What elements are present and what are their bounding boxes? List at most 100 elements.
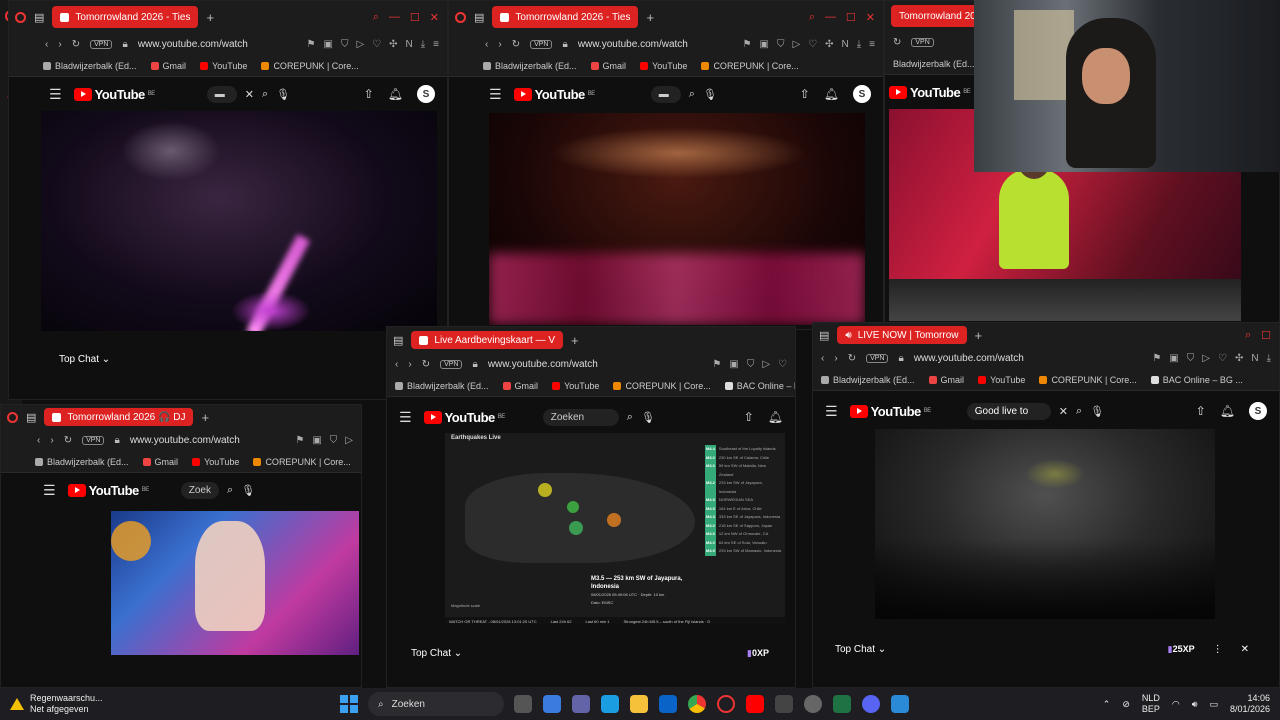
reload-icon[interactable]: ↻ bbox=[72, 39, 80, 50]
youtube-logo[interactable]: YouTube BE bbox=[849, 404, 931, 419]
shield-icon[interactable]: ⛉ bbox=[777, 39, 785, 50]
back-icon[interactable]: ‹ bbox=[37, 435, 40, 446]
profile-icon[interactable]: N bbox=[406, 39, 413, 50]
heart-icon[interactable]: ♡ bbox=[778, 359, 787, 370]
vpn-badge[interactable]: VPN bbox=[911, 37, 934, 47]
bookmark-item[interactable]: Gmail bbox=[502, 381, 538, 391]
forward-icon[interactable]: › bbox=[50, 435, 53, 446]
tab-manager-icon[interactable]: ▤ bbox=[474, 11, 484, 24]
quake-list-item[interactable]: M4.5 NORWEGIAN SEA bbox=[705, 496, 781, 505]
opera-gx-icon[interactable] bbox=[15, 11, 26, 23]
youtube-app-icon[interactable] bbox=[746, 695, 764, 713]
mic-icon[interactable]: 🎙︎ bbox=[1090, 405, 1104, 418]
download-icon[interactable]: ⤓ bbox=[857, 39, 861, 50]
mic-icon[interactable]: 🎙︎ bbox=[641, 411, 655, 424]
bookmark-item[interactable]: Gmail bbox=[590, 61, 626, 71]
bookmark-icon[interactable]: ⚑ bbox=[307, 39, 316, 50]
reload-icon[interactable]: ↻ bbox=[893, 37, 901, 48]
close-button[interactable]: ✕ bbox=[866, 11, 875, 24]
quake-list-item[interactable]: M3.2 233 km SW of Jayapura, Indonesia bbox=[705, 479, 781, 496]
chrome-icon[interactable] bbox=[688, 695, 706, 713]
bookmark-item[interactable]: YouTube bbox=[552, 381, 599, 391]
profile-icon[interactable]: N bbox=[842, 39, 849, 50]
menu-icon[interactable]: ☰ bbox=[825, 403, 838, 420]
bookmark-item[interactable]: YouTube bbox=[200, 61, 247, 71]
bookmark-item[interactable]: COREPUNK | Core... bbox=[613, 381, 711, 391]
new-tab-button[interactable]: + bbox=[206, 10, 214, 25]
search-icon[interactable]: ⌕ bbox=[1245, 329, 1251, 342]
bookmark-item[interactable]: YouTube bbox=[640, 61, 687, 71]
bookmark-item[interactable]: COREPUNK | Core... bbox=[253, 457, 351, 467]
upload-icon[interactable]: ⇧ bbox=[800, 87, 810, 101]
language-indicator[interactable]: NLD BEP bbox=[1142, 693, 1160, 715]
quake-marker[interactable] bbox=[569, 521, 583, 535]
quake-marker[interactable] bbox=[567, 501, 579, 513]
menu-icon[interactable]: ☰ bbox=[49, 86, 62, 103]
bookmark-item[interactable]: Bladwijzerbalk (Ed... bbox=[43, 61, 137, 71]
new-tab-button[interactable]: + bbox=[646, 10, 654, 25]
quake-list-item[interactable]: M3.0 230 km SE of Calama, Chile bbox=[705, 453, 781, 462]
bell-icon[interactable]: 🔔︎ bbox=[388, 87, 403, 101]
forward-icon[interactable]: › bbox=[408, 359, 411, 370]
search-input[interactable]: ▬ bbox=[650, 85, 681, 103]
tab-manager-icon[interactable]: ▤ bbox=[393, 334, 403, 347]
heart-icon[interactable]: ♡ bbox=[372, 39, 381, 50]
url-field[interactable]: www.youtube.com/watch bbox=[914, 353, 1024, 364]
tab-active[interactable]: 🔊︎ LIVE NOW | Tomorrow bbox=[837, 326, 967, 344]
menu-icon[interactable]: ☰ bbox=[399, 409, 412, 426]
shield-icon[interactable]: ⛉ bbox=[341, 39, 349, 50]
shield-icon[interactable]: ⛉ bbox=[330, 435, 338, 446]
bookmark-item[interactable]: Bladwijzerbalk (Ed... bbox=[395, 381, 489, 391]
close-button[interactable]: ✕ bbox=[430, 11, 439, 24]
calculator-icon[interactable] bbox=[775, 695, 793, 713]
avatar[interactable]: S bbox=[417, 85, 435, 103]
extensions-icon[interactable]: ✣ bbox=[1235, 353, 1243, 364]
quake-marker[interactable] bbox=[607, 513, 621, 527]
close-chat-icon[interactable]: ✕ bbox=[1241, 644, 1249, 655]
bookmark-item[interactable]: YouTube bbox=[192, 457, 239, 467]
reload-icon[interactable]: ↻ bbox=[64, 435, 72, 446]
search-input[interactable]: Zoek bbox=[180, 481, 219, 499]
snapshot-icon[interactable]: ▣ bbox=[312, 435, 321, 446]
quake-marker[interactable] bbox=[538, 483, 552, 497]
vpn-badge[interactable]: VPN bbox=[82, 435, 105, 445]
avatar[interactable]: S bbox=[853, 85, 871, 103]
maximize-button[interactable]: ☐ bbox=[410, 11, 420, 24]
forward-icon[interactable]: › bbox=[498, 39, 501, 50]
maximize-button[interactable]: ☐ bbox=[846, 11, 856, 24]
bookmark-item[interactable]: Gmail bbox=[928, 375, 964, 385]
video-player[interactable]: Earthquakes Live M3.5 — 253 km SW of Jay… bbox=[445, 433, 785, 625]
quake-list-item[interactable]: M4.0 64 km SE of Sola, Vanuatu bbox=[705, 538, 781, 547]
quake-list-item[interactable]: M4.6 12 km NW of Ormocale, CA bbox=[705, 530, 781, 539]
bookmark-item[interactable]: Bladwijzerbalk (Ed... bbox=[893, 59, 975, 69]
mic-icon[interactable]: 🎙︎ bbox=[241, 484, 255, 497]
vpn-badge[interactable]: VPN bbox=[866, 353, 889, 363]
heart-icon[interactable]: ♡ bbox=[1218, 353, 1227, 364]
top-chat-dropdown[interactable]: Top Chat ⌄ bbox=[59, 354, 110, 365]
video-player[interactable] bbox=[111, 511, 359, 655]
youtube-logo[interactable]: YouTube BE bbox=[423, 410, 505, 425]
play-icon[interactable]: ▷ bbox=[762, 359, 770, 370]
battery-icon[interactable]: ▭ bbox=[1209, 699, 1218, 710]
edge-icon[interactable] bbox=[601, 695, 619, 713]
tab-manager-icon[interactable]: ▤ bbox=[26, 411, 36, 424]
avatar[interactable]: S bbox=[1249, 402, 1267, 420]
close-icon[interactable]: ✕ bbox=[1059, 405, 1068, 418]
bookmark-item[interactable]: Bladwijzerbalk (Ed... bbox=[483, 61, 577, 71]
upload-icon[interactable]: ⇧ bbox=[1196, 404, 1206, 418]
opera-gx-icon[interactable] bbox=[455, 11, 466, 23]
bookmark-item[interactable]: COREPUNK | Core... bbox=[261, 61, 359, 71]
shield-icon[interactable]: ⛉ bbox=[747, 359, 755, 370]
opera-gx-taskbar-icon[interactable] bbox=[717, 695, 735, 713]
back-icon[interactable]: ‹ bbox=[485, 39, 488, 50]
menu-icon[interactable]: ≡ bbox=[869, 39, 875, 50]
youtube-logo[interactable]: YouTube BE bbox=[67, 483, 149, 498]
bookmark-icon[interactable]: ⚑ bbox=[712, 359, 721, 370]
top-chat-dropdown[interactable]: Top Chat ⌄ bbox=[411, 648, 462, 659]
task-view-icon[interactable] bbox=[514, 695, 532, 713]
bell-icon[interactable]: 🔔︎ bbox=[768, 410, 783, 424]
vpn-badge[interactable]: VPN bbox=[90, 39, 113, 49]
search-icon[interactable]: ⌕ bbox=[689, 88, 695, 101]
volume-icon[interactable]: 🔊︎ bbox=[1192, 699, 1198, 710]
bookmark-icon[interactable]: ⚑ bbox=[743, 39, 752, 50]
